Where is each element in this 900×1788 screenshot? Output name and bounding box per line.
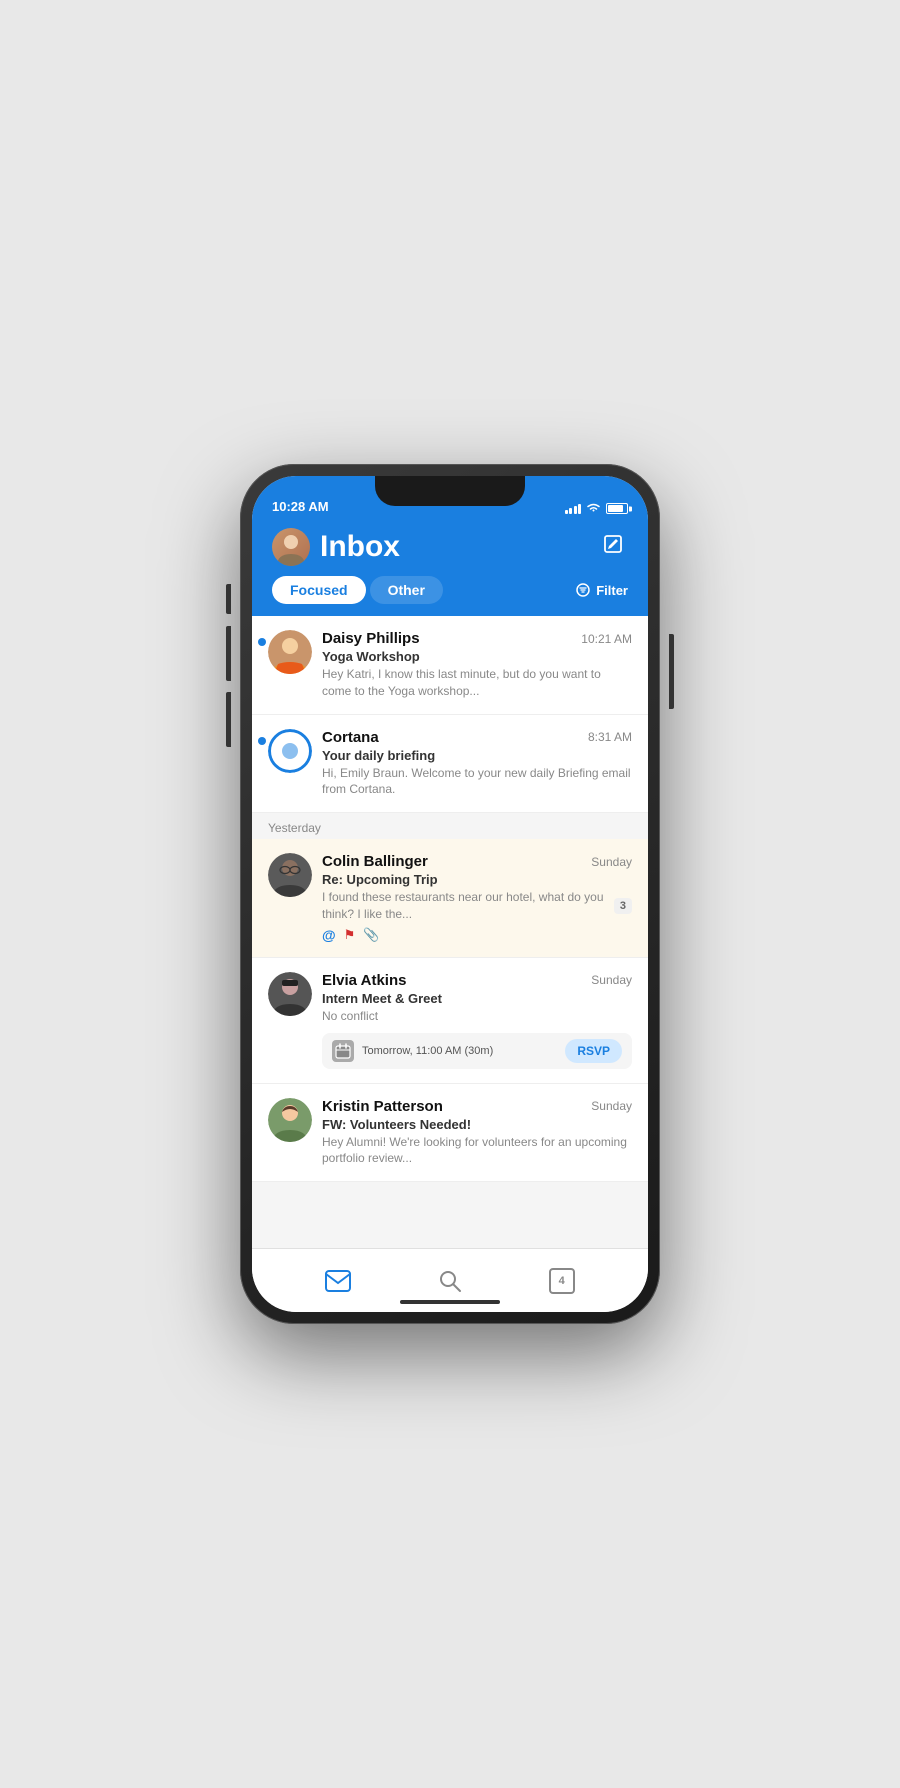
inbox-title: Inbox — [320, 530, 400, 564]
email-content-colin: Colin Ballinger Sunday Re: Upcoming Trip… — [322, 853, 632, 943]
email-item-colin[interactable]: Colin Ballinger Sunday Re: Upcoming Trip… — [252, 839, 648, 958]
filter-label: Filter — [596, 583, 628, 598]
unread-indicator — [258, 737, 266, 745]
email-subject: Your daily briefing — [322, 748, 632, 763]
tab-focused[interactable]: Focused — [272, 576, 366, 604]
email-subject: Yoga Workshop — [322, 649, 632, 664]
battery-icon — [606, 503, 628, 514]
avatar-daisy — [268, 630, 312, 674]
email-subject: Re: Upcoming Trip — [322, 872, 632, 887]
calendar-badge-icon — [332, 1040, 354, 1062]
email-item-elvia[interactable]: Elvia Atkins Sunday Intern Meet & Greet … — [252, 958, 648, 1084]
thread-count: 3 — [614, 898, 632, 914]
sender-name: Daisy Phillips — [322, 630, 420, 647]
avatar-kristin — [268, 1098, 312, 1142]
filter-button[interactable]: Filter — [575, 583, 628, 598]
nav-search[interactable] — [418, 1265, 482, 1297]
attachment-icon: 📎 — [363, 927, 379, 943]
rsvp-row: Tomorrow, 11:00 AM (30m) RSVP — [322, 1033, 632, 1069]
email-item-daisy[interactable]: Daisy Phillips 10:21 AM Yoga Workshop He… — [252, 616, 648, 715]
email-time: Sunday — [591, 973, 632, 987]
status-icons — [565, 503, 629, 514]
email-preview: Hey Alumni! We're looking for volunteers… — [322, 1134, 632, 1168]
rsvp-time: Tomorrow, 11:00 AM (30m) — [362, 1045, 493, 1057]
status-time: 10:28 AM — [272, 499, 329, 514]
volume-up-button[interactable] — [226, 584, 231, 614]
phone-frame: 10:28 AM — [240, 464, 660, 1324]
email-list: Daisy Phillips 10:21 AM Yoga Workshop He… — [252, 616, 648, 1248]
email-preview: No conflict — [322, 1008, 632, 1025]
home-indicator[interactable] — [400, 1300, 500, 1304]
email-subject: FW: Volunteers Needed! — [322, 1117, 632, 1132]
flag-icon: ⚑ — [344, 927, 356, 943]
unread-indicator — [258, 638, 266, 646]
inbox-tabs: Focused Other — [272, 576, 443, 604]
email-content-kristin: Kristin Patterson Sunday FW: Volunteers … — [322, 1098, 632, 1168]
email-time: 10:21 AM — [581, 632, 632, 646]
avatar-colin — [268, 853, 312, 897]
wifi-icon — [586, 503, 601, 514]
email-preview: I found these restaurants near our hotel… — [322, 889, 614, 923]
nav-mail[interactable] — [305, 1266, 371, 1296]
phone-screen: 10:28 AM — [252, 476, 648, 1312]
email-preview: Hi, Emily Braun. Welcome to your new dai… — [322, 765, 632, 799]
volume-down-button[interactable] — [226, 626, 231, 681]
power-button[interactable] — [669, 634, 674, 709]
email-content-elvia: Elvia Atkins Sunday Intern Meet & Greet … — [322, 972, 632, 1069]
tab-bar: Focused Other Filter — [272, 576, 628, 604]
email-subject: Intern Meet & Greet — [322, 991, 632, 1006]
rsvp-button[interactable]: RSVP — [565, 1039, 622, 1063]
email-time: Sunday — [591, 1099, 632, 1113]
at-mention-icon: @ — [322, 927, 336, 943]
email-item-cortana[interactable]: Cortana 8:31 AM Your daily briefing Hi, … — [252, 715, 648, 814]
email-item-kristin[interactable]: Kristin Patterson Sunday FW: Volunteers … — [252, 1084, 648, 1183]
sender-name: Cortana — [322, 729, 379, 746]
avatar-cortana — [268, 729, 312, 773]
tab-other[interactable]: Other — [370, 576, 443, 604]
email-content-daisy: Daisy Phillips 10:21 AM Yoga Workshop He… — [322, 630, 632, 700]
avatar-elvia — [268, 972, 312, 1016]
sender-name: Elvia Atkins — [322, 972, 406, 989]
section-label-yesterday: Yesterday — [252, 813, 648, 839]
email-content-cortana: Cortana 8:31 AM Your daily briefing Hi, … — [322, 729, 632, 799]
calendar-icon: 4 — [549, 1268, 575, 1294]
notch — [375, 476, 525, 506]
app-header: Inbox Focused Other — [252, 520, 648, 616]
nav-calendar[interactable]: 4 — [529, 1264, 595, 1298]
user-avatar[interactable] — [272, 528, 310, 566]
email-time: 8:31 AM — [588, 730, 632, 744]
signal-icon — [565, 504, 582, 514]
email-time: Sunday — [591, 855, 632, 869]
silent-switch[interactable] — [226, 692, 231, 747]
sender-name: Kristin Patterson — [322, 1098, 443, 1115]
email-preview: Hey Katri, I know this last minute, but … — [322, 666, 632, 700]
compose-button[interactable] — [598, 529, 628, 565]
sender-name: Colin Ballinger — [322, 853, 428, 870]
